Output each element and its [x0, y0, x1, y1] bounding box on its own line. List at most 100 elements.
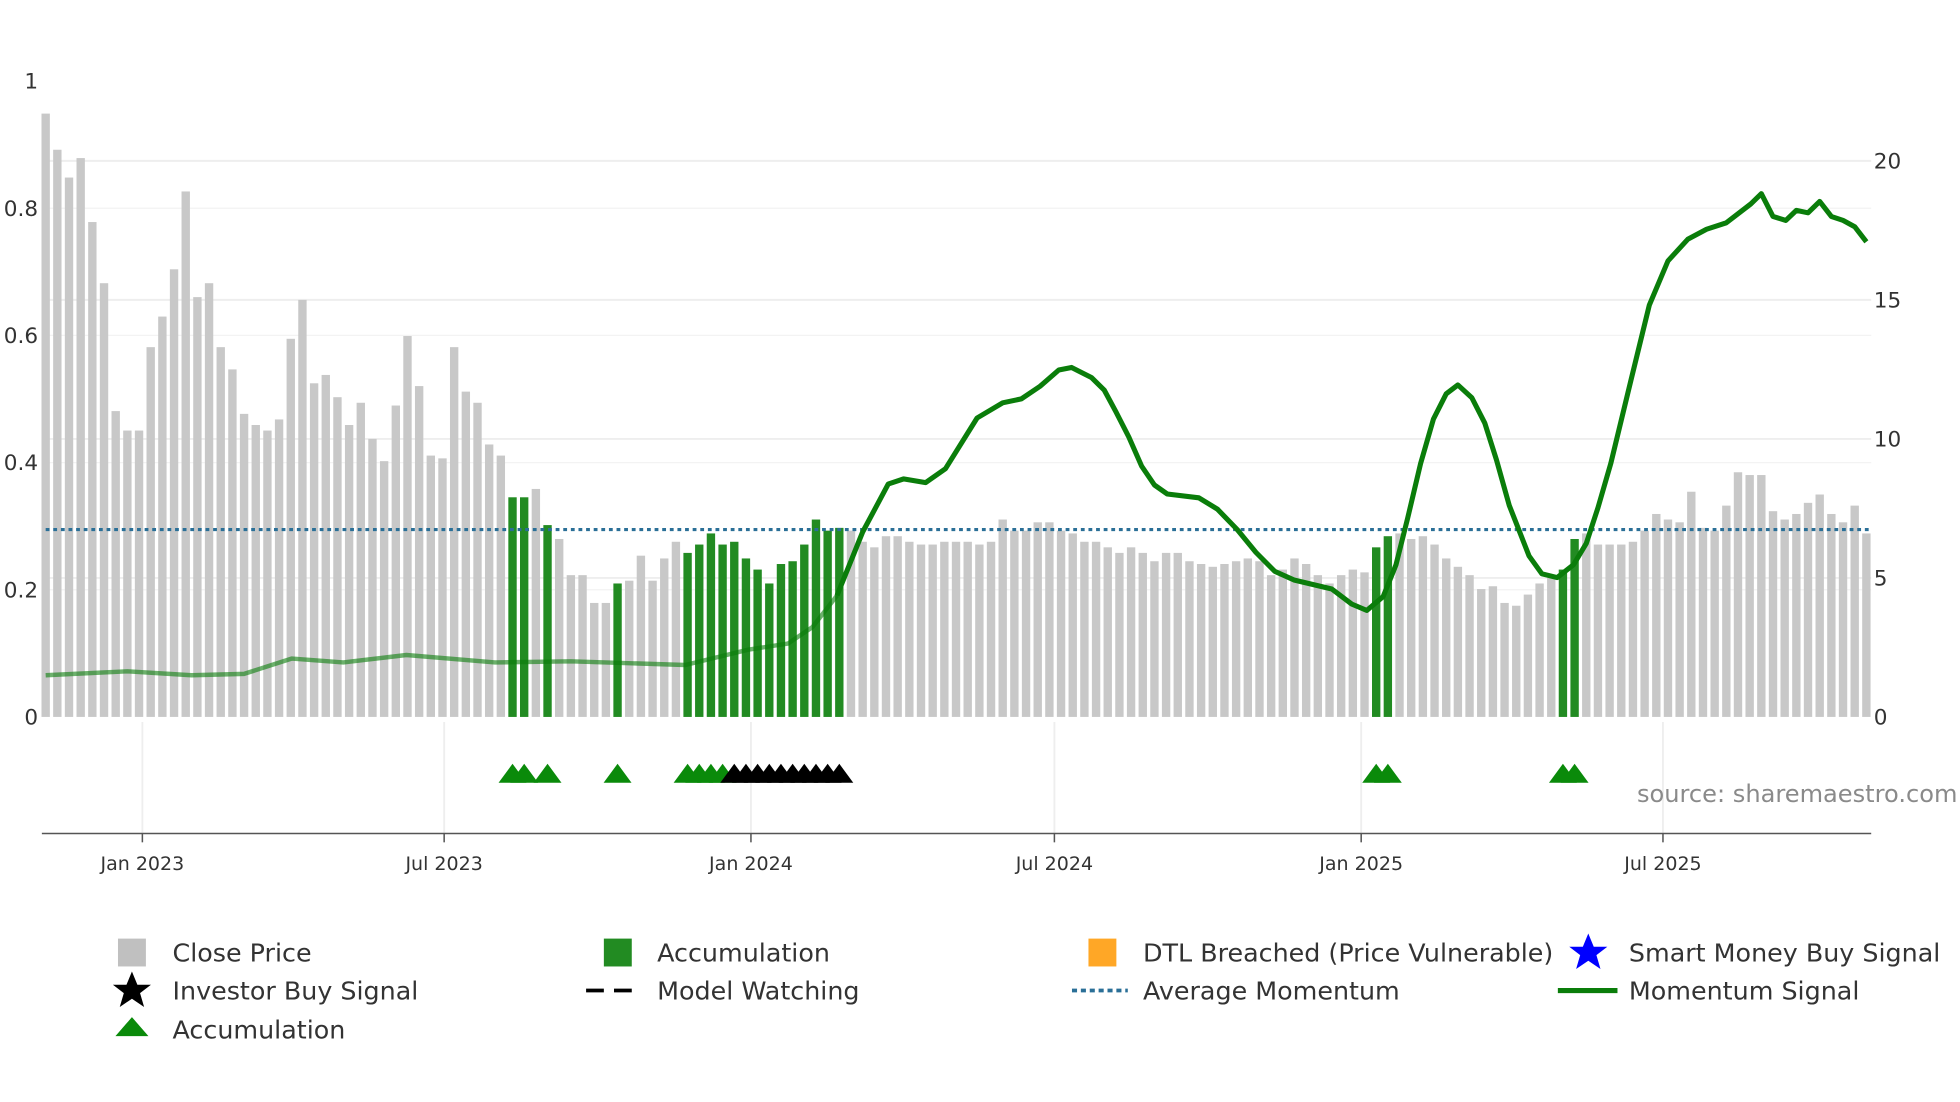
close-price-bar — [1138, 552, 1147, 717]
accumulation-bar — [706, 533, 716, 717]
close-price-bar — [1080, 541, 1089, 717]
close-price-bar — [274, 419, 284, 717]
close-price-bar — [975, 544, 984, 717]
close-price-bar — [870, 547, 879, 717]
close-price-bar — [1547, 577, 1556, 717]
close-price-bar — [216, 347, 225, 717]
close-price-bar — [181, 191, 190, 717]
close-price-bar — [426, 455, 436, 717]
x-tick-label: Jan 2023 — [99, 853, 184, 875]
legend-item-investor-buy: Investor Buy Signal — [112, 971, 418, 1007]
legend-label: Momentum Signal — [1629, 975, 1859, 1005]
close-price-bar — [1150, 561, 1159, 717]
close-price-bar — [1115, 552, 1124, 717]
legend-label: Accumulation — [657, 937, 830, 967]
close-price-bar — [1838, 522, 1848, 717]
close-price-bar — [263, 430, 272, 717]
left-y-tick-label: 0.8 — [4, 197, 38, 222]
legend-item-average-momentum: Average Momentum — [1071, 975, 1400, 1005]
close-price-bar — [1313, 575, 1323, 717]
close-price-bar — [1453, 566, 1463, 717]
legend-label: Smart Money Buy Signal — [1629, 937, 1940, 967]
close-price-bar — [356, 402, 365, 717]
accumulation-bar — [730, 541, 739, 717]
close-price-bar — [1126, 547, 1136, 717]
close-price-bar — [1792, 513, 1801, 717]
close-price-bar — [636, 555, 646, 717]
close-price-bar — [905, 541, 914, 717]
close-price-bar — [41, 113, 50, 717]
close-price-bar — [414, 386, 424, 717]
close-price-bar — [1850, 505, 1859, 717]
accumulation-bar — [613, 583, 622, 717]
blue-star-icon — [1569, 933, 1608, 969]
close-price-bar — [1745, 475, 1754, 717]
close-price-bar — [1360, 572, 1369, 717]
close-price-bar — [123, 430, 132, 717]
close-price-bar — [1278, 569, 1288, 717]
close-price-bar — [1628, 541, 1638, 717]
accumulation-bar — [823, 530, 832, 717]
close-price-bar — [940, 541, 949, 717]
close-price-bar — [1010, 530, 1019, 717]
right-y-tick-label: 5 — [1874, 567, 1888, 592]
legend: Close Price Accumulation DTL Breached (P… — [112, 933, 1940, 1045]
close-price-bar — [1430, 544, 1439, 717]
close-price-bar — [1768, 511, 1778, 717]
close-price-bar — [531, 488, 541, 717]
close-price-bar — [1231, 561, 1241, 717]
legend-label: Model Watching — [657, 975, 859, 1005]
close-price-bar — [648, 580, 657, 717]
close-price-bar — [1803, 502, 1813, 717]
close-price-bar — [916, 544, 926, 717]
accumulation-bar — [1383, 536, 1393, 717]
close-price-bar — [1091, 541, 1101, 717]
x-tick-label: Jan 2024 — [708, 853, 793, 875]
legend-label: Close Price — [173, 937, 312, 967]
close-price-bar — [1161, 552, 1171, 717]
close-price-bar — [1325, 583, 1334, 717]
close-price-bar — [484, 444, 494, 717]
orange-square-icon — [1088, 938, 1117, 967]
close-price-bar — [1827, 513, 1836, 717]
close-price-bar — [1733, 472, 1743, 717]
close-price-bar — [555, 538, 564, 717]
close-price-bar — [1185, 561, 1194, 717]
close-price-bar — [99, 283, 109, 717]
close-price-bar — [566, 575, 576, 717]
close-price-bar — [228, 369, 237, 717]
close-price-bar — [1266, 575, 1276, 717]
source-label: source: sharemaestro.com — [1637, 780, 1957, 808]
close-price-bar — [1442, 558, 1451, 717]
momentum-chart: Jan 2023 Jul 2023 Jan 2024 Jul 2024 Jan 2025… — [4, 70, 1958, 1045]
legend-label: Accumulation — [173, 1015, 346, 1045]
legend-label: Average Momentum — [1143, 975, 1400, 1005]
right-y-tick-label: 10 — [1874, 428, 1901, 453]
close-price-bar — [1243, 558, 1252, 717]
close-price-bar — [204, 283, 214, 717]
close-price-bar — [1862, 533, 1871, 717]
close-price-bar — [1220, 564, 1229, 717]
close-price-bar — [928, 544, 937, 717]
close-price-bar — [1512, 605, 1521, 717]
close-price-bar — [53, 149, 62, 717]
price-bars — [41, 113, 1871, 717]
close-price-bar — [1582, 533, 1591, 717]
close-price-bar — [64, 177, 74, 717]
close-price-bar — [193, 297, 202, 717]
black-star-icon — [112, 971, 151, 1007]
close-price-bar — [368, 438, 377, 717]
close-price-bar — [963, 541, 972, 717]
close-price-bar — [1255, 561, 1264, 717]
close-price-bar — [1208, 566, 1217, 717]
close-price-bar — [1593, 544, 1603, 717]
close-price-bar — [1535, 583, 1544, 717]
close-price-bar — [1348, 569, 1358, 717]
close-price-bar — [1605, 544, 1614, 717]
accumulation-bar — [543, 525, 552, 717]
close-price-bar — [625, 580, 634, 717]
legend-item-close-price: Close Price — [117, 937, 312, 967]
close-price-bar — [473, 402, 482, 717]
right-y-tick-label: 15 — [1874, 288, 1901, 313]
accumulation-bar — [753, 569, 762, 717]
